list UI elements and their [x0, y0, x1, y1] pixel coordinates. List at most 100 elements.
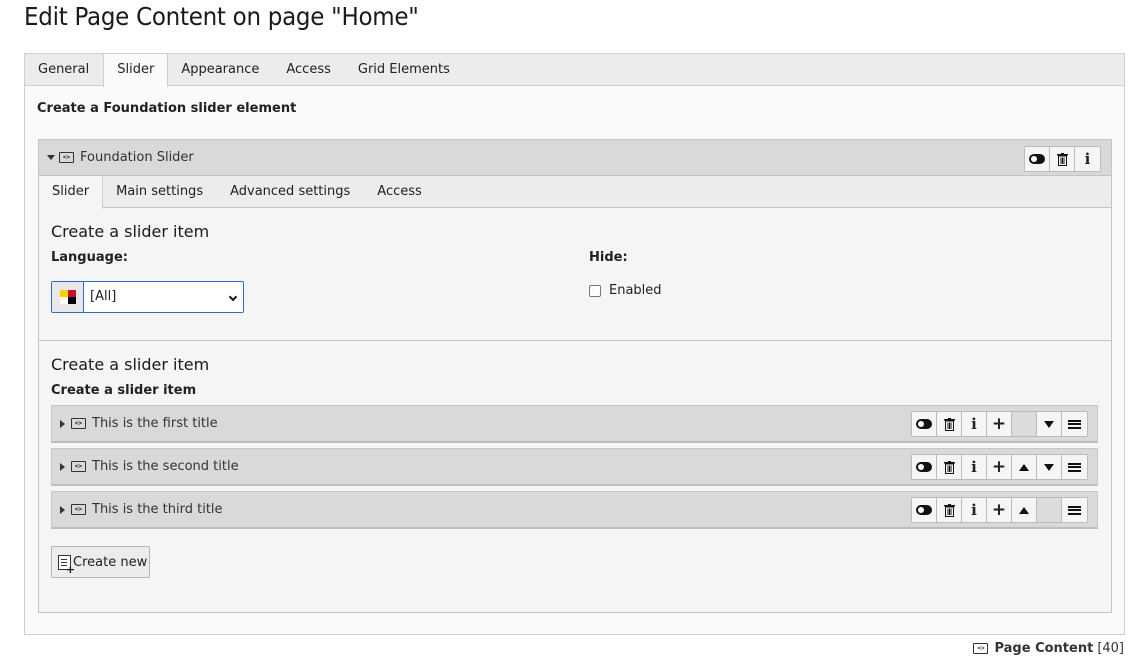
slider-item-row[interactable]: <> This is the second title i + — [51, 448, 1098, 486]
trash-icon — [943, 460, 955, 474]
hide-checkbox-row: Enabled — [589, 283, 662, 298]
move-up-placeholder — [1012, 412, 1037, 436]
info-button[interactable]: i — [962, 455, 987, 479]
delete-button[interactable] — [1050, 147, 1075, 171]
language-selected: [All] — [90, 289, 117, 304]
hide-label: Hide: — [589, 250, 628, 265]
toggle-visibility-icon — [916, 505, 932, 515]
item-controls: i + — [911, 454, 1088, 480]
create-new-button[interactable]: Create new — [51, 546, 150, 578]
arrow-up-icon — [1019, 506, 1029, 514]
plus-icon: + — [991, 499, 1007, 520]
inner-tab-advanced-settings[interactable]: Advanced settings — [217, 176, 364, 208]
language-select[interactable]: [All] — [51, 281, 244, 313]
delete-button[interactable] — [937, 412, 962, 436]
info-button[interactable]: i — [1075, 147, 1100, 171]
add-item-button[interactable]: + — [987, 455, 1012, 479]
tab-appearance[interactable]: Appearance — [168, 54, 273, 86]
record-type: Page Content — [994, 641, 1094, 656]
trash-icon — [943, 503, 955, 517]
drag-handle-icon — [1068, 505, 1081, 515]
slider-item-title: This is the second title — [92, 459, 239, 474]
inner-tab-main-settings[interactable]: Main settings — [103, 176, 217, 208]
tab-grid-elements[interactable]: Grid Elements — [345, 54, 464, 86]
expand-caret-icon[interactable] — [60, 505, 65, 514]
move-down-placeholder — [1037, 498, 1062, 522]
record-info: <> Page Content [40] — [973, 641, 1124, 656]
content-element-icon: <> — [71, 461, 86, 472]
tab-slider[interactable]: Slider — [103, 54, 169, 87]
slider-item-row[interactable]: <> This is the third title i + — [51, 491, 1098, 529]
expand-caret-icon[interactable] — [60, 419, 65, 428]
inline-header[interactable]: <> Foundation Slider i — [39, 140, 1111, 176]
slider-settings-section: Create a slider item Language: [All] Hid… — [39, 208, 1111, 341]
toggle-visibility-button[interactable] — [912, 498, 937, 522]
drag-handle-button[interactable] — [1062, 455, 1087, 479]
foundation-slider-inline: <> Foundation Slider i Slider Main setti… — [38, 139, 1112, 613]
toggle-visibility-button[interactable] — [912, 455, 937, 479]
content-element-icon: <> — [973, 643, 989, 654]
drag-handle-button[interactable] — [1062, 498, 1087, 522]
move-up-button[interactable] — [1012, 455, 1037, 479]
record-id: [40] — [1097, 641, 1124, 656]
flag-multilang-icon — [52, 282, 84, 312]
chevron-down-icon — [228, 292, 238, 302]
info-button[interactable]: i — [962, 498, 987, 522]
move-up-button[interactable] — [1012, 498, 1037, 522]
content-element-icon: <> — [59, 152, 74, 163]
toggle-visibility-button[interactable] — [912, 412, 937, 436]
items-section-heading: Create a slider item — [51, 355, 210, 374]
item-controls: i + — [911, 411, 1088, 437]
hide-checkbox[interactable] — [589, 284, 601, 297]
info-icon: i — [1084, 150, 1091, 168]
item-controls: i + — [911, 497, 1088, 523]
inner-tab-access[interactable]: Access — [364, 176, 436, 208]
inner-tab-slider[interactable]: Slider — [39, 176, 104, 209]
delete-button[interactable] — [937, 498, 962, 522]
inline-header-controls: i — [1024, 146, 1101, 172]
outer-tab-bar: General Slider Appearance Access Grid El… — [25, 54, 1124, 87]
toggle-visibility-icon — [916, 419, 932, 429]
toggle-visibility-icon — [916, 462, 932, 472]
slider-item-title: This is the third title — [92, 502, 223, 517]
toggle-visibility-button[interactable] — [1025, 147, 1050, 171]
arrow-down-icon — [1044, 463, 1054, 471]
info-icon: i — [971, 415, 977, 433]
tab-general[interactable]: General — [25, 54, 103, 86]
info-button[interactable]: i — [962, 412, 987, 436]
tab-access[interactable]: Access — [273, 54, 345, 86]
language-label: Language: — [51, 250, 128, 265]
arrow-up-icon — [1019, 463, 1029, 471]
content-element-icon: <> — [71, 504, 86, 515]
drag-handle-button[interactable] — [1062, 412, 1087, 436]
page-title: Edit Page Content on page "Home" — [24, 2, 419, 31]
enabled-label: Enabled — [609, 283, 662, 298]
trash-icon — [943, 417, 955, 431]
collapse-caret-icon[interactable] — [47, 155, 55, 160]
slider-section-heading: Create a slider item — [51, 222, 210, 241]
move-down-button[interactable] — [1037, 412, 1062, 436]
plus-icon: + — [991, 413, 1007, 434]
delete-button[interactable] — [937, 455, 962, 479]
slider-item-row[interactable]: <> This is the first title i + — [51, 405, 1098, 443]
expand-caret-icon[interactable] — [60, 462, 65, 471]
toggle-visibility-icon — [1029, 154, 1045, 164]
add-item-button[interactable]: + — [987, 498, 1012, 522]
info-icon: i — [971, 501, 977, 519]
add-item-button[interactable]: + — [987, 412, 1012, 436]
items-subheading: Create a slider item — [51, 383, 197, 398]
language-value[interactable]: [All] — [84, 282, 243, 312]
trash-icon — [1056, 152, 1068, 166]
inner-tab-bar: Slider Main settings Advanced settings A… — [39, 176, 1111, 209]
content-element-icon: <> — [71, 418, 86, 429]
drag-handle-icon — [1068, 419, 1081, 429]
edit-form: General Slider Appearance Access Grid El… — [24, 53, 1125, 635]
inline-element-label: Foundation Slider — [80, 150, 194, 165]
slider-items-section: Create a slider item Create a slider ite… — [39, 341, 1111, 613]
drag-handle-icon — [1068, 462, 1081, 472]
document-new-icon — [58, 554, 75, 575]
section-title: Create a Foundation slider element — [37, 101, 297, 116]
plus-icon: + — [991, 456, 1007, 477]
move-down-button[interactable] — [1037, 455, 1062, 479]
slider-item-title: This is the first title — [92, 416, 218, 431]
